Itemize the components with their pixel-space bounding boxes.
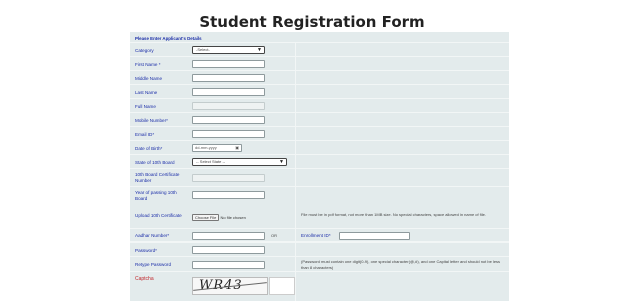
page-title: Student Registration Form bbox=[199, 13, 425, 31]
section-header-row: Please Enter Applicant's Details bbox=[130, 32, 509, 43]
mobile-row: Mobile Number* bbox=[130, 113, 509, 127]
upload-row: Upload 10th Certificate Choose File No f… bbox=[130, 210, 509, 229]
password-label: Password* bbox=[135, 248, 157, 253]
category-select[interactable]: -Select- ▼ bbox=[192, 46, 265, 54]
full-name-label: Full Name bbox=[135, 104, 156, 109]
email-row: Email ID* bbox=[130, 127, 509, 141]
year-passing-label: Year of passing 10th Board bbox=[135, 190, 177, 201]
password-note: (Password must contain one digit(0-9), o… bbox=[301, 259, 501, 270]
last-name-label: Last Name bbox=[135, 90, 158, 95]
category-label: Category bbox=[135, 48, 154, 53]
board-state-row: State of 10th Board -- Select State -- ▼ bbox=[130, 155, 509, 169]
choose-file-button[interactable]: Choose File bbox=[192, 214, 220, 221]
board-cert-input bbox=[192, 174, 265, 182]
retype-password-input[interactable] bbox=[192, 261, 265, 269]
dob-row: Date of Birth* dd-mm-yyyy ▣ bbox=[130, 141, 509, 155]
password-row: Password* bbox=[130, 243, 509, 257]
upload-label: Upload 10th Certificate bbox=[135, 213, 182, 218]
dob-input[interactable]: dd-mm-yyyy ▣ bbox=[192, 144, 242, 152]
retype-password-row: Retype Password (Password must contain o… bbox=[130, 257, 509, 272]
full-name-row: Full Name bbox=[130, 99, 509, 113]
middle-name-label: Middle Name bbox=[135, 76, 163, 81]
password-input[interactable] bbox=[192, 246, 265, 254]
captcha-label: Captcha bbox=[135, 276, 154, 282]
full-name-input bbox=[192, 102, 265, 110]
enrollment-label: Enrollment ID* bbox=[301, 233, 331, 238]
enrollment-input[interactable] bbox=[339, 232, 410, 240]
file-status: No file chosen bbox=[220, 215, 246, 220]
email-label: Email ID* bbox=[135, 132, 155, 137]
captcha-refresh[interactable] bbox=[269, 277, 295, 295]
board-cert-label: 10th Board Certificate Number bbox=[135, 172, 180, 183]
aadhar-row: Aadhar Number* OR Enrollment ID* bbox=[130, 229, 509, 243]
registration-form: Please Enter Applicant's Details Categor… bbox=[130, 32, 509, 301]
chevron-down-icon: ▼ bbox=[279, 159, 284, 165]
calendar-icon[interactable]: ▣ bbox=[235, 145, 239, 151]
year-passing-input[interactable] bbox=[192, 191, 265, 199]
board-cert-row: 10th Board Certificate Number bbox=[130, 169, 509, 187]
category-row: Category -Select- ▼ bbox=[130, 43, 509, 57]
first-name-input[interactable] bbox=[192, 60, 265, 68]
upload-note: File must be in pdf format, not more tha… bbox=[301, 212, 486, 217]
dob-label: Date of Birth* bbox=[135, 146, 163, 151]
aadhar-label: Aadhar Number* bbox=[135, 233, 170, 238]
middle-name-row: Middle Name bbox=[130, 71, 509, 85]
or-text: OR bbox=[271, 233, 277, 238]
file-chooser: Choose File No file chosen bbox=[192, 214, 246, 221]
captcha-row: Captcha WR43 bbox=[130, 272, 509, 301]
retype-password-label: Retype Password bbox=[135, 262, 172, 267]
captcha-image: WR43 bbox=[192, 277, 268, 295]
mobile-label: Mobile Number* bbox=[135, 118, 168, 123]
first-name-label: First Name * bbox=[135, 62, 161, 67]
middle-name-input[interactable] bbox=[192, 74, 265, 82]
last-name-input[interactable] bbox=[192, 88, 265, 96]
aadhar-input[interactable] bbox=[192, 232, 265, 240]
email-input[interactable] bbox=[192, 130, 265, 138]
last-name-row: Last Name bbox=[130, 85, 509, 99]
first-name-row: First Name * bbox=[130, 57, 509, 71]
section-heading: Please Enter Applicant's Details bbox=[135, 36, 202, 41]
mobile-input[interactable] bbox=[192, 116, 265, 124]
board-state-label: State of 10th Board bbox=[135, 160, 175, 165]
board-state-select[interactable]: -- Select State -- ▼ bbox=[192, 158, 287, 166]
chevron-down-icon: ▼ bbox=[257, 47, 262, 53]
